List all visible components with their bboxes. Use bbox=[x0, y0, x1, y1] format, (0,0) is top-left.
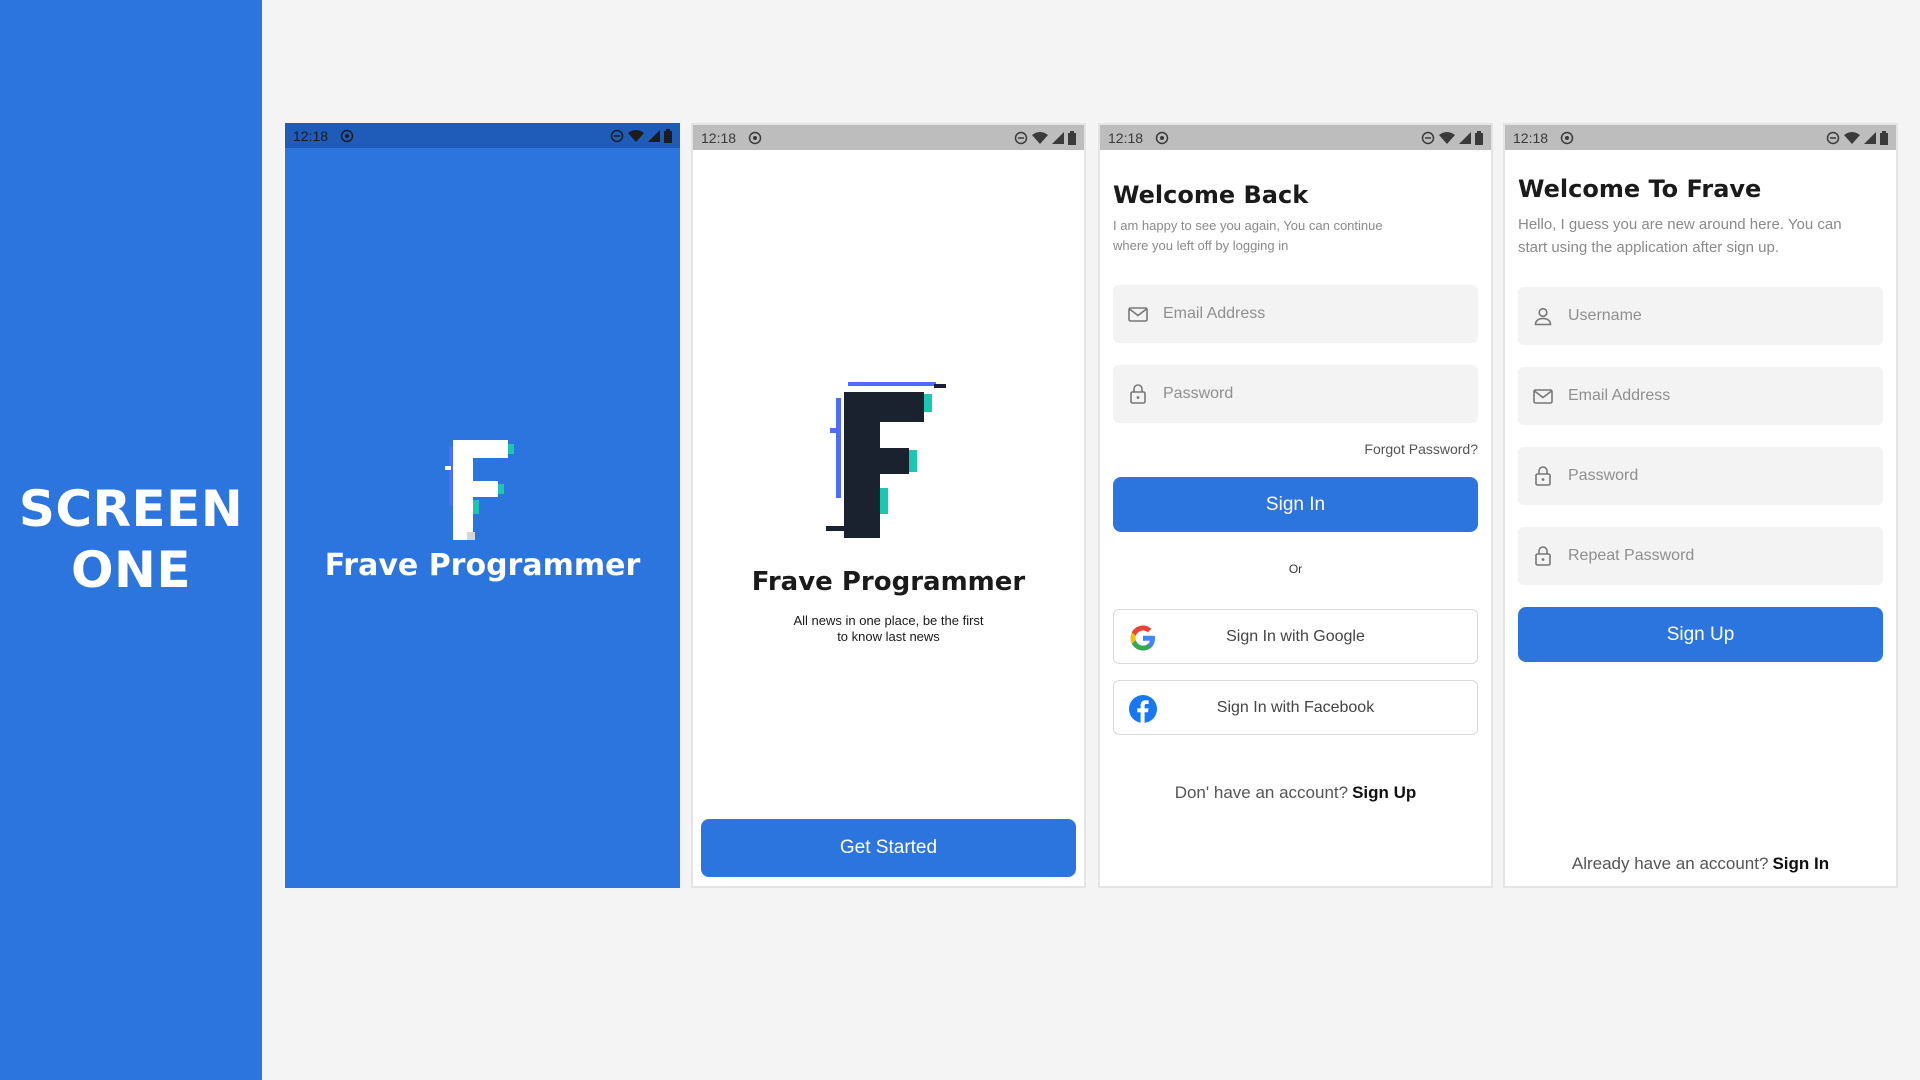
lock-icon bbox=[1535, 546, 1551, 566]
side-panel-title: SCREEN ONE bbox=[18, 480, 244, 599]
get-started-button[interactable]: Get Started bbox=[701, 819, 1076, 877]
wifi-icon bbox=[628, 129, 644, 142]
forgot-password-link[interactable]: Forgot Password? bbox=[1364, 441, 1478, 457]
wifi-icon bbox=[1439, 131, 1455, 144]
lock-icon bbox=[1535, 466, 1551, 486]
email-field[interactable]: Email Address bbox=[1113, 285, 1478, 343]
sync-icon bbox=[340, 129, 354, 142]
facebook-icon bbox=[1129, 695, 1157, 723]
get-started-screen: 12:18 Frave Programmer All news in one p… bbox=[691, 123, 1086, 888]
status-bar: 12:18 bbox=[285, 123, 680, 148]
dnd-icon bbox=[1826, 131, 1840, 144]
status-icons bbox=[1014, 130, 1076, 145]
or-divider: Or bbox=[1288, 562, 1303, 576]
signin-title: Welcome Back bbox=[1113, 181, 1309, 209]
sync-icon bbox=[748, 131, 762, 144]
have-account-text: Already have an account? bbox=[1571, 854, 1769, 873]
signup-prompt: Don' have an account? Sign Up bbox=[1100, 783, 1491, 803]
email-placeholder: Email Address bbox=[1568, 387, 1671, 404]
google-sign-in-button[interactable]: Sign In with Google bbox=[1113, 609, 1478, 664]
signin-prompt: Already have an account? Sign In bbox=[1505, 854, 1896, 874]
facebook-label: Sign In with Facebook bbox=[1216, 698, 1375, 716]
sign-in-link[interactable]: Sign In bbox=[1772, 854, 1829, 873]
dnd-icon bbox=[610, 129, 624, 142]
battery-icon bbox=[1880, 130, 1888, 145]
mail-icon bbox=[1128, 307, 1148, 322]
status-icons bbox=[1421, 130, 1483, 145]
battery-icon bbox=[1475, 130, 1483, 145]
side-panel: SCREEN ONE bbox=[0, 0, 262, 1080]
sign-up-link[interactable]: Sign Up bbox=[1352, 783, 1416, 802]
wifi-icon bbox=[1844, 131, 1860, 144]
status-bar: 12:18 bbox=[1505, 125, 1896, 150]
user-icon bbox=[1534, 307, 1552, 326]
dnd-icon bbox=[1014, 131, 1028, 144]
facebook-sign-in-button[interactable]: Sign In with Facebook bbox=[1113, 680, 1478, 735]
status-time: 12:18 bbox=[293, 127, 329, 144]
status-time: 12:18 bbox=[1513, 129, 1549, 146]
app-title: Frave Programmer bbox=[751, 567, 1026, 597]
mail-icon bbox=[1533, 389, 1553, 404]
signal-icon bbox=[1052, 131, 1064, 144]
dnd-icon bbox=[1421, 131, 1435, 144]
sign-up-button[interactable]: Sign Up bbox=[1518, 607, 1883, 662]
sync-icon bbox=[1560, 131, 1574, 144]
sign-up-screen: 12:18 Welcome To Frave Hello, I guess yo… bbox=[1503, 123, 1898, 888]
app-tagline: All news in one place, be the first to k… bbox=[793, 613, 984, 644]
signin-subtitle: I am happy to see you again, You can con… bbox=[1113, 218, 1383, 253]
google-label: Sign In with Google bbox=[1226, 627, 1365, 645]
password-placeholder: Password bbox=[1163, 385, 1234, 402]
google-icon bbox=[1130, 625, 1155, 651]
password-field[interactable]: Password bbox=[1113, 365, 1478, 423]
username-field[interactable]: Username bbox=[1518, 287, 1883, 345]
sign-in-button[interactable]: Sign In bbox=[1113, 477, 1478, 532]
signal-icon bbox=[1459, 131, 1471, 144]
username-placeholder: Username bbox=[1568, 307, 1642, 324]
sign-in-screen: 12:18 Welcome Back I am happy to see you… bbox=[1098, 123, 1493, 888]
repeat-password-field[interactable]: Repeat Password bbox=[1518, 527, 1883, 585]
signal-icon bbox=[1864, 131, 1876, 144]
lock-icon bbox=[1130, 384, 1146, 404]
frave-logo-icon bbox=[445, 440, 514, 540]
status-bar: 12:18 bbox=[1100, 125, 1491, 150]
signal-icon bbox=[648, 129, 660, 142]
email-placeholder: Email Address bbox=[1163, 305, 1266, 322]
password-placeholder: Password bbox=[1568, 467, 1639, 484]
battery-icon bbox=[664, 128, 672, 143]
splash-screen: 12:18 Frave Programmer bbox=[285, 123, 680, 888]
status-icons bbox=[610, 128, 672, 143]
no-account-text: Don' have an account? bbox=[1174, 783, 1349, 802]
signup-title: Welcome To Frave bbox=[1518, 175, 1762, 203]
repeat-password-placeholder: Repeat Password bbox=[1568, 547, 1695, 564]
status-time: 12:18 bbox=[701, 129, 737, 146]
status-time: 12:18 bbox=[1108, 129, 1144, 146]
status-icons bbox=[1826, 130, 1888, 145]
password-field[interactable]: Password bbox=[1518, 447, 1883, 505]
email-field[interactable]: Email Address bbox=[1518, 367, 1883, 425]
wifi-icon bbox=[1032, 131, 1048, 144]
signup-subtitle: Hello, I guess you are new around here. … bbox=[1518, 216, 1842, 256]
sync-icon bbox=[1155, 131, 1169, 144]
status-bar: 12:18 bbox=[693, 125, 1084, 150]
frave-logo-icon bbox=[826, 382, 946, 538]
splash-title: Frave Programmer bbox=[324, 548, 641, 583]
battery-icon bbox=[1068, 130, 1076, 145]
